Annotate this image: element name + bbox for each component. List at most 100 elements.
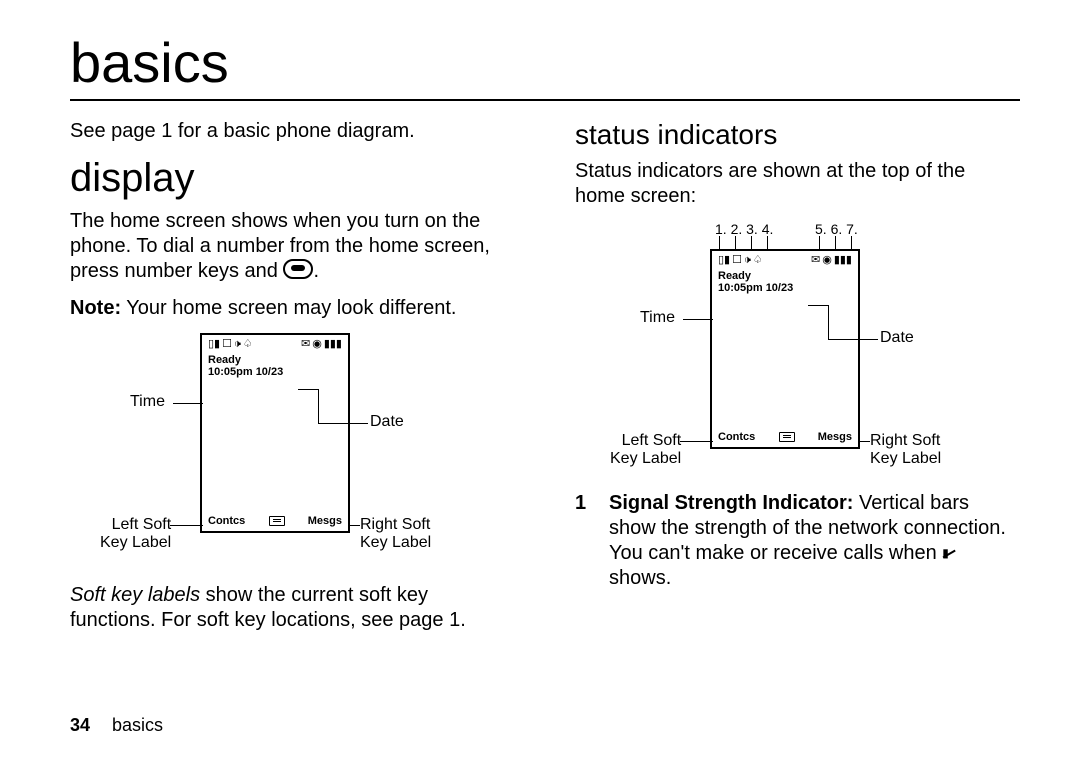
lead-time: [173, 403, 203, 404]
lead-date-h1-2: [808, 305, 828, 306]
callout-left-soft-2: Left Soft Key Label: [610, 432, 681, 467]
page-footer: 34 basics: [70, 715, 163, 736]
display-para-text: The home screen shows when you turn on t…: [70, 210, 490, 282]
lead-right-soft-2: [858, 441, 870, 442]
lead-date-h2: [318, 423, 368, 424]
signal-icon-2: ▯▮: [718, 255, 730, 266]
callout-right-soft-1-2: Right Soft: [870, 432, 940, 449]
lead-n7: [851, 236, 852, 250]
callout-right-soft-2-2: Key Label: [870, 450, 941, 467]
phone-ready-text: Ready: [208, 354, 342, 366]
numbers-left: 1. 2. 3. 4.: [715, 221, 773, 237]
manual-page: basics See page 1 for a basic phone diag…: [0, 0, 1080, 766]
display-para-tail: .: [313, 260, 319, 282]
no-signal-icon: [942, 547, 956, 561]
status-bar: ▯▮ ☐ 🕩 ♤ ✉ ◉ ▮▮▮: [208, 339, 342, 350]
battery-icon: ▮▮▮: [324, 339, 342, 350]
status-left-icons: ▯▮ ☐ 🕩 ♤: [208, 339, 253, 350]
phone-time-date: 10:05pm 10/23: [208, 366, 342, 378]
callout-left-soft-2: Key Label: [100, 534, 171, 551]
status-left-icons-2: ▯▮ ☐ 🕩 ♤: [718, 255, 763, 266]
data-icon: ☐: [222, 339, 232, 350]
battery-icon-2: ▮▮▮: [834, 255, 852, 266]
phone-ready-text-2: Ready: [718, 270, 852, 282]
lead-left-soft: [170, 525, 203, 526]
lead-n4: [767, 236, 768, 250]
item-tail: shows.: [609, 567, 671, 589]
item-body: Signal Strength Indicator: Vertical bars…: [609, 491, 1020, 591]
bell-icon-2: ♤: [753, 255, 763, 266]
note-line: Note: Your home screen may look differen…: [70, 296, 515, 321]
speaker-icon-2: 🕩: [744, 255, 751, 266]
menu-key-icon-2: [779, 432, 795, 442]
footer-section: basics: [112, 715, 163, 735]
display-paragraph: The home screen shows when you turn on t…: [70, 209, 515, 284]
envelope-icon: ✉: [301, 339, 310, 350]
item-number: 1: [575, 491, 591, 591]
callout-left-soft: Left Soft Key Label: [100, 516, 171, 551]
signal-icon: ▯▮: [208, 339, 220, 350]
page-number: 34: [70, 715, 90, 735]
globe-icon-2: ◉: [822, 255, 832, 266]
status-right-icons-2: ✉ ◉ ▮▮▮: [811, 255, 852, 266]
callout-date: Date: [370, 413, 404, 431]
soft-key-bar: Contcs Mesgs: [208, 515, 342, 527]
lead-date-h2-2: [828, 339, 878, 340]
callout-right-soft: Right Soft Key Label: [360, 516, 431, 551]
phone-time-date-2: 10:05pm 10/23: [718, 282, 852, 294]
callout-right-soft-1: Right Soft: [360, 516, 430, 533]
lead-time-2: [683, 319, 713, 320]
ok-key-icon: [283, 259, 313, 279]
status-right-icons: ✉ ◉ ▮▮▮: [301, 339, 342, 350]
soft-left-label-2: Contcs: [718, 431, 755, 443]
lead-date-v-2: [828, 305, 829, 339]
lead-n2: [735, 236, 736, 250]
lead-date-v: [318, 389, 319, 423]
lead-right-soft: [348, 525, 360, 526]
right-column: status indicators Status indicators are …: [575, 119, 1020, 645]
status-heading: status indicators: [575, 119, 1020, 151]
callout-left-soft-1-2: Left Soft: [622, 432, 682, 449]
two-column-layout: See page 1 for a basic phone diagram. di…: [70, 119, 1020, 645]
title-rule: [70, 99, 1020, 101]
note-label: Note:: [70, 297, 121, 319]
bell-icon: ♤: [243, 339, 253, 350]
softkey-lead: Soft key labels: [70, 584, 200, 606]
menu-key-icon: [269, 516, 285, 526]
note-text: Your home screen may look different.: [121, 297, 456, 319]
callout-date-2: Date: [880, 329, 914, 347]
page-title: basics: [70, 30, 1020, 95]
see-page-text: See page 1 for a basic phone diagram.: [70, 119, 515, 144]
callout-left-soft-2-2: Key Label: [610, 450, 681, 467]
indicator-item-1: 1 Signal Strength Indicator: Vertical ba…: [575, 491, 1020, 591]
status-paragraph: Status indicators are shown at the top o…: [575, 159, 1020, 209]
lead-left-soft-2: [680, 441, 713, 442]
softkey-paragraph: Soft key labels show the current soft ke…: [70, 583, 515, 633]
soft-right-label-2: Mesgs: [818, 431, 852, 443]
lead-n3: [751, 236, 752, 250]
phone-frame: ▯▮ ☐ 🕩 ♤ ✉ ◉ ▮▮▮ Ready 10:05pm 10/23: [200, 333, 350, 533]
lead-n5: [819, 236, 820, 250]
speaker-icon: 🕩: [234, 339, 241, 350]
globe-icon: ◉: [312, 339, 322, 350]
callout-right-soft-2b: Right Soft Key Label: [870, 432, 941, 467]
callout-right-soft-2: Key Label: [360, 534, 431, 551]
callout-time: Time: [130, 393, 165, 411]
home-screen-diagram: ▯▮ ☐ 🕩 ♤ ✉ ◉ ▮▮▮ Ready 10:05pm 10/23: [70, 333, 515, 573]
soft-right-label: Mesgs: [308, 515, 342, 527]
phone-frame-2: ▯▮ ☐ 🕩 ♤ ✉ ◉ ▮▮▮ Ready 10:05pm 10/23: [710, 249, 860, 449]
display-heading: display: [70, 156, 515, 201]
item-label: Signal Strength Indicator:: [609, 492, 853, 514]
soft-left-label: Contcs: [208, 515, 245, 527]
callout-time-2: Time: [640, 309, 675, 327]
data-icon-2: ☐: [732, 255, 742, 266]
lead-n6: [835, 236, 836, 250]
numbers-right: 5. 6. 7.: [815, 221, 858, 237]
lead-n1: [719, 236, 720, 250]
soft-key-bar-2: Contcs Mesgs: [718, 431, 852, 443]
lead-date-h1: [298, 389, 318, 390]
envelope-icon-2: ✉: [811, 255, 820, 266]
status-indicator-diagram: 1. 2. 3. 4. 5. 6. 7. ▯▮ ☐ 🕩: [575, 221, 1020, 481]
status-bar-2: ▯▮ ☐ 🕩 ♤ ✉ ◉ ▮▮▮: [718, 255, 852, 266]
left-column: See page 1 for a basic phone diagram. di…: [70, 119, 515, 645]
